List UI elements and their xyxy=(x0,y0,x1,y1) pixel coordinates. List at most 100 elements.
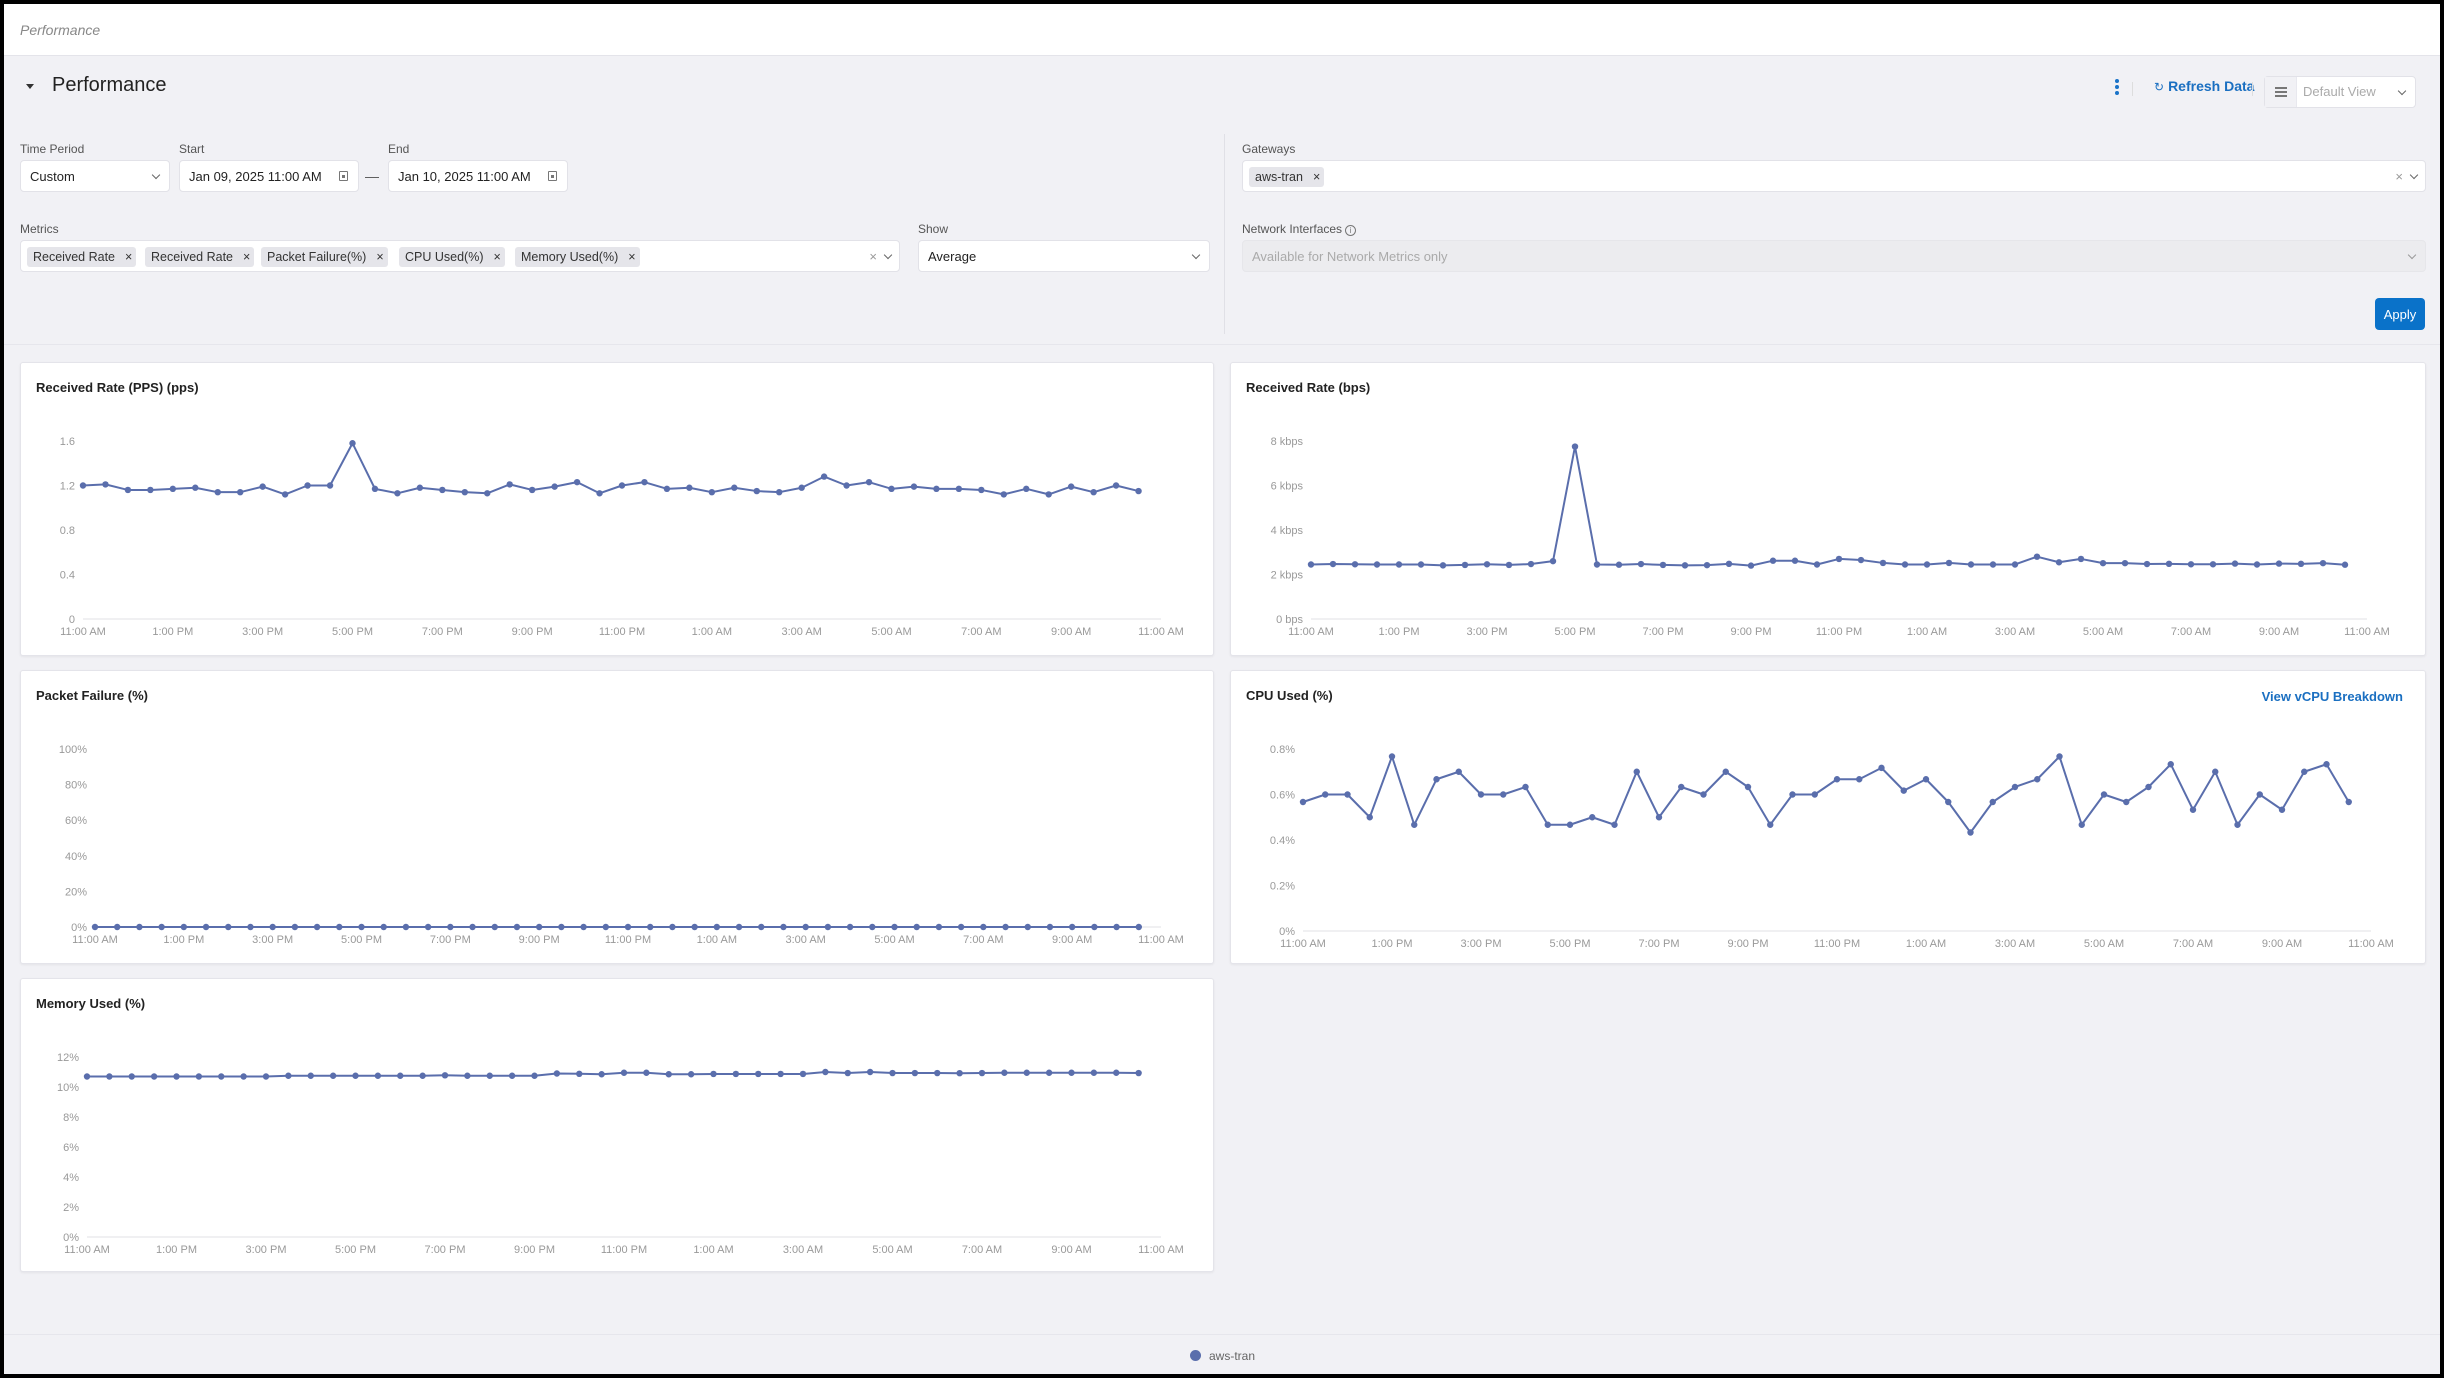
performance-page: Performance Performance ↻ Refresh Data De… xyxy=(4,4,2440,1374)
calendar-icon[interactable] xyxy=(548,171,557,181)
data-point xyxy=(1544,821,1551,828)
y-tick-label: 0.4% xyxy=(1270,835,1295,847)
data-point xyxy=(447,923,454,931)
info-icon[interactable]: i xyxy=(1345,225,1357,236)
data-point xyxy=(484,490,491,497)
collapse-caret-icon[interactable] xyxy=(26,84,34,89)
data-point xyxy=(1433,776,1440,783)
view-layout-icon xyxy=(2265,77,2297,107)
chart-card-received-rate-pps: Received Rate (PPS) (pps) 0 0.4 0.8 1.2 1.6 1… xyxy=(20,362,1214,656)
data-point xyxy=(2275,560,2283,567)
data-point xyxy=(380,923,387,931)
chevron-down-icon[interactable] xyxy=(2409,170,2419,180)
remove-tag-icon[interactable]: × xyxy=(628,250,635,264)
x-tick-label: 11:00 PM xyxy=(1816,626,1862,638)
remove-tag-icon[interactable]: × xyxy=(494,250,501,264)
y-tick-label: 0% xyxy=(71,922,87,934)
metric-tag: CPU Used(%) × xyxy=(399,247,505,267)
data-point xyxy=(1455,768,1462,775)
data-point xyxy=(1813,561,1821,568)
remove-tag-icon[interactable]: × xyxy=(1313,170,1320,184)
data-point xyxy=(1769,557,1777,564)
legend-item[interactable]: aws-tran xyxy=(1190,1349,1255,1363)
data-point xyxy=(1989,561,1997,568)
more-options-icon[interactable] xyxy=(2112,78,2122,96)
data-point xyxy=(1789,791,1796,798)
view-select[interactable]: Default View xyxy=(2264,76,2416,108)
x-tick-label: 1:00 AM xyxy=(692,626,732,638)
data-point xyxy=(1477,791,1485,798)
y-tick-label: 10% xyxy=(57,1082,79,1094)
y-tick-label: 100% xyxy=(59,744,87,756)
data-point xyxy=(1703,561,1711,569)
data-point xyxy=(2301,768,2308,775)
filters-divider xyxy=(4,344,2440,345)
start-date-value: Jan 09, 2025 11:00 AM xyxy=(189,169,322,184)
data-point xyxy=(195,1073,203,1080)
data-point xyxy=(596,490,603,497)
chevron-down-icon[interactable] xyxy=(883,250,893,260)
data-point xyxy=(1922,776,1930,783)
x-tick-label: 1:00 PM xyxy=(163,934,204,946)
chart-card-packet-failure: Packet Failure (%) 0% 20% 40% 60% 80% 100% 11:… xyxy=(20,670,1214,964)
y-tick-label: 2% xyxy=(63,1202,79,1214)
data-point xyxy=(1681,562,1689,569)
data-point xyxy=(1307,561,1315,568)
clear-all-icon[interactable]: × xyxy=(869,249,877,264)
data-point xyxy=(624,923,632,931)
show-select[interactable]: Average xyxy=(918,240,1210,272)
remove-tag-icon[interactable]: × xyxy=(125,250,132,264)
data-point xyxy=(240,1073,247,1080)
data-point xyxy=(508,1072,516,1079)
metrics-multiselect[interactable]: Received Rate × Received Rate × Packet Fai… xyxy=(20,240,900,272)
gateways-multiselect[interactable]: aws-tran × × xyxy=(1242,160,2426,192)
data-point xyxy=(2212,768,2219,775)
data-point xyxy=(2100,791,2108,798)
data-point xyxy=(1901,561,1909,568)
divider xyxy=(2132,82,2133,96)
data-point xyxy=(1091,923,1098,931)
data-point xyxy=(889,1069,896,1077)
refresh-data-button[interactable]: ↻ Refresh Data xyxy=(2154,78,2254,94)
remove-tag-icon[interactable]: × xyxy=(243,250,250,264)
data-point xyxy=(691,923,698,931)
remove-tag-icon[interactable]: × xyxy=(376,250,383,264)
x-tick-label: 9:00 AM xyxy=(1051,1244,1091,1256)
data-point xyxy=(1001,1069,1008,1076)
data-point xyxy=(777,1070,784,1078)
data-point xyxy=(2341,561,2349,568)
data-point xyxy=(2143,560,2151,568)
data-point xyxy=(686,484,693,491)
data-point xyxy=(1678,783,1685,791)
legend-label: aws-tran xyxy=(1209,1349,1256,1363)
data-point xyxy=(980,923,987,931)
start-date-input[interactable]: Jan 09, 2025 11:00 AM xyxy=(179,160,359,192)
data-point xyxy=(1023,485,1030,493)
data-point xyxy=(1945,559,1953,567)
data-point xyxy=(1655,814,1663,821)
data-point xyxy=(866,1068,874,1076)
data-point xyxy=(269,923,276,931)
x-tick-label: 1:00 PM xyxy=(1379,626,1420,638)
data-point xyxy=(1722,768,1729,775)
end-date-input[interactable]: Jan 10, 2025 11:00 AM xyxy=(388,160,568,192)
calendar-icon[interactable] xyxy=(339,171,348,181)
data-point xyxy=(2189,806,2197,813)
clear-all-icon[interactable]: × xyxy=(2395,169,2403,184)
data-point xyxy=(1373,561,1381,568)
time-period-select[interactable]: Custom xyxy=(20,160,170,192)
apply-button[interactable]: Apply xyxy=(2375,298,2425,330)
data-point xyxy=(618,482,626,489)
data-point xyxy=(1879,559,1887,567)
data-point xyxy=(528,486,536,494)
x-tick-label: 5:00 AM xyxy=(872,1244,912,1256)
data-point xyxy=(1045,491,1052,498)
data-point xyxy=(1461,561,1469,569)
x-tick-label: 3:00 PM xyxy=(246,1244,287,1256)
series-line xyxy=(1310,445,2346,567)
view-select-value: Default View xyxy=(2303,84,2376,99)
refresh-icon: ↻ xyxy=(2154,80,2165,94)
data-point xyxy=(1046,923,1054,931)
data-point xyxy=(669,923,676,931)
x-tick-label: 5:00 AM xyxy=(2084,938,2124,950)
